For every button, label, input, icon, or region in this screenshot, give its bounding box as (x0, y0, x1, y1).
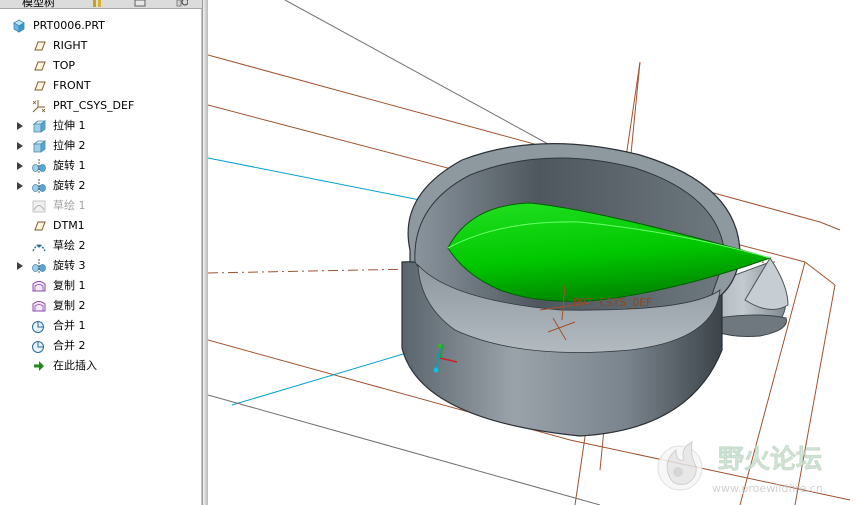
part-icon (13, 19, 25, 33)
expand-arrow-icon[interactable] (17, 142, 23, 150)
tree-item-label: 在此插入 (53, 359, 97, 372)
tree-item-label: FRONT (53, 79, 91, 92)
tree-item-label: TOP (53, 59, 76, 72)
copy-surface-icon (32, 281, 46, 292)
tree-root-part[interactable]: PRT0006.PRT (0, 16, 200, 36)
tree-item-revolve-3[interactable]: 旋转 3 (0, 256, 200, 276)
tree-item-extrude-2[interactable]: 拉伸 2 (0, 136, 200, 156)
datum-plane-icon (34, 61, 46, 71)
forum-watermark: 野火论坛 www.proewildfire.cn (657, 441, 823, 495)
extrude-icon (32, 120, 47, 133)
tree-item-top[interactable]: TOP (0, 56, 200, 76)
tree-item-label: 草绘 2 (53, 239, 86, 252)
tree-item-sketch-1[interactable]: 草绘 1 (0, 196, 200, 216)
tree-item-label: 复制 2 (53, 299, 86, 312)
tree-item-label: RIGHT (53, 39, 88, 52)
revolve-icon (32, 259, 46, 273)
expand-arrow-icon[interactable] (17, 262, 23, 270)
datum-plane-edges-blue (208, 157, 421, 406)
tree-item-front[interactable]: FRONT (0, 76, 200, 96)
tree-item-csys[interactable]: PRT_CSYS_DEF (0, 96, 200, 116)
tree-item-copy-2[interactable]: 复制 2 (0, 296, 200, 316)
csys-label: PRT_CSYS_DEF (573, 296, 652, 309)
model-tree-title: 模型树 (22, 0, 55, 9)
tree-item-merge-2[interactable]: 合并 2 (0, 336, 200, 356)
sketch-icon (32, 200, 46, 213)
sketch-icon (32, 244, 46, 252)
copy-surface-icon (32, 301, 46, 312)
tree-item-sketch-2[interactable]: 草绘 2 (0, 236, 200, 256)
watermark-title: 野火论坛 (718, 445, 822, 475)
tree-item-label: 旋转 1 (53, 159, 86, 172)
tree-item-merge-1[interactable]: 合并 1 (0, 316, 200, 336)
extrude-icon (32, 140, 47, 153)
revolve-icon (32, 159, 46, 173)
tree-item-revolve-1[interactable]: 旋转 1 (0, 156, 200, 176)
tree-item-copy-1[interactable]: 复制 1 (0, 276, 200, 296)
tree-item-label: 旋转 3 (53, 259, 86, 272)
tree-item-label: 复制 1 (53, 279, 86, 292)
tree-item-right[interactable]: RIGHT (0, 36, 200, 56)
expand-arrow-icon[interactable] (17, 182, 23, 190)
expand-arrow-icon[interactable] (17, 122, 23, 130)
watermark-url: www.proewildfire.cn (712, 482, 823, 495)
tree-item-label: 草绘 1 (53, 199, 86, 212)
merge-icon (32, 341, 44, 353)
model-tree-toolbar: 模型树 (0, 0, 202, 9)
tree-item-label: DTM1 (53, 219, 85, 232)
tree-item-revolve-2[interactable]: 旋转 2 (0, 176, 200, 196)
flame-logo-icon (657, 441, 703, 491)
tree-item-label: PRT_CSYS_DEF (53, 99, 135, 112)
tree-item-insert-here[interactable]: 在此插入 (0, 356, 200, 376)
datum-plane-icon (34, 221, 46, 231)
insert-here-arrow-icon (34, 361, 44, 371)
tree-item-extrude-1[interactable]: 拉伸 1 (0, 116, 200, 136)
settings-icon[interactable] (92, 0, 104, 7)
merge-icon (32, 321, 44, 333)
tree-item-label: 合并 1 (53, 319, 86, 332)
tree-item-dtm1[interactable]: DTM1 (0, 216, 200, 236)
revolve-icon (32, 179, 46, 193)
graphics-viewport[interactable]: PRT_CSYS_DEF 野火论坛 www.proewildfire.cn (208, 0, 862, 505)
tree-item-label: 拉伸 1 (53, 119, 86, 132)
show-icon[interactable] (134, 0, 146, 7)
tree-root-label: PRT0006.PRT (33, 19, 105, 32)
tree-item-label: 旋转 2 (53, 179, 86, 192)
model-scene: PRT_CSYS_DEF 野火论坛 www.proewildfire.cn (208, 0, 851, 505)
tree-item-label: 拉伸 2 (53, 139, 86, 152)
datum-plane-icon (34, 81, 46, 91)
expand-arrow-icon[interactable] (17, 162, 23, 170)
model-tree-panel: 模型树 PRT0006.PRT RIGHT TOP FRONT PRT_CSYS… (0, 0, 202, 505)
datum-plane-icon (34, 41, 46, 51)
find-icon[interactable] (176, 0, 188, 7)
tree-item-label: 合并 2 (53, 339, 86, 352)
coordinate-system-icon (32, 100, 46, 113)
